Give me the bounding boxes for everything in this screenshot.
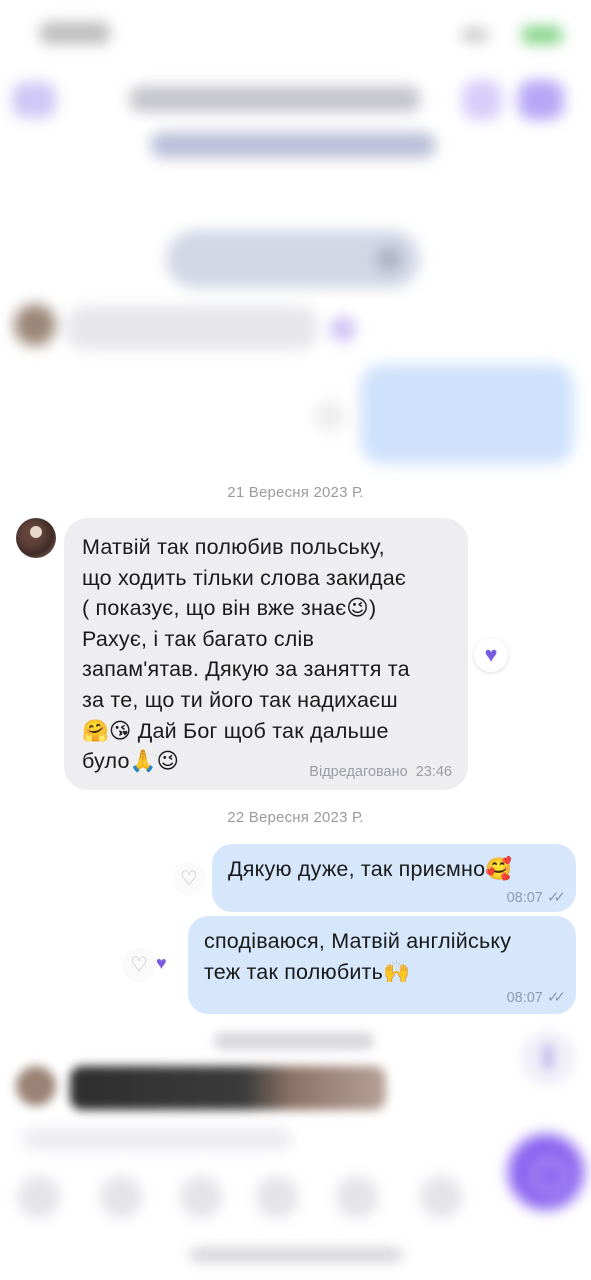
chat-title[interactable] bbox=[130, 86, 420, 112]
previous-incoming-message[interactable] bbox=[66, 306, 318, 350]
outgoing-message-bubble[interactable]: Дякую дуже, так приємно🥰 08:07 ✓✓ bbox=[212, 844, 576, 912]
camera-button[interactable] bbox=[508, 1134, 584, 1210]
call-button[interactable] bbox=[462, 80, 502, 120]
outgoing-message-bubble[interactable]: сподіваюся, Матвій англійську теж так по… bbox=[188, 916, 576, 1014]
like-button[interactable]: ♡ bbox=[172, 862, 206, 896]
date-separator: 22 Вересня 2023 Р. bbox=[227, 809, 364, 826]
toolbar-icon[interactable] bbox=[18, 1176, 60, 1218]
message-time: 08:07 bbox=[506, 990, 543, 1006]
message-input[interactable] bbox=[22, 1128, 292, 1150]
like-button[interactable]: ♥ bbox=[474, 638, 508, 672]
toolbar-icon[interactable] bbox=[180, 1176, 222, 1218]
message-meta: 08:07 ✓✓ bbox=[506, 988, 567, 1006]
previous-message-pill[interactable] bbox=[166, 230, 420, 288]
toolbar-icon[interactable] bbox=[420, 1176, 462, 1218]
message-time: 23:46 bbox=[415, 764, 452, 780]
message-meta: Відредаговано 23:46 bbox=[309, 764, 452, 780]
toolbar-icon[interactable] bbox=[100, 1176, 142, 1218]
toolbar-icon[interactable] bbox=[336, 1176, 378, 1218]
signal-icon bbox=[462, 28, 488, 42]
avatar[interactable] bbox=[16, 518, 56, 558]
message-text: Матвій так полюбив польську, що ходить т… bbox=[82, 535, 410, 774]
heart-icon: ♥ bbox=[484, 642, 498, 667]
incoming-message-bubble[interactable]: Матвій так полюбив польську, що ходить т… bbox=[64, 518, 468, 790]
avatar[interactable] bbox=[16, 1066, 56, 1106]
message-text: Дякую дуже, так приємно🥰 bbox=[228, 857, 513, 881]
battery-icon bbox=[522, 26, 562, 44]
toolbar-icon[interactable] bbox=[256, 1176, 298, 1218]
back-button[interactable] bbox=[12, 82, 56, 118]
message-text: сподіваюся, Матвій англійську теж так по… bbox=[204, 929, 512, 984]
status-bar-time bbox=[40, 22, 110, 44]
previous-outgoing-message[interactable] bbox=[360, 364, 574, 464]
video-call-button[interactable] bbox=[518, 80, 564, 120]
read-receipt-icon: ✓✓ bbox=[546, 889, 566, 906]
like-button[interactable]: ♡ bbox=[122, 948, 156, 982]
message-time: 08:07 bbox=[506, 890, 543, 906]
edited-label: Відредаговано bbox=[309, 764, 408, 780]
heart-outline-icon: ♡ bbox=[180, 868, 198, 890]
heart-icon: ♥ bbox=[156, 953, 167, 973]
liked-indicator: ♥ bbox=[156, 954, 167, 974]
heart-icon[interactable] bbox=[330, 316, 356, 342]
image-message[interactable] bbox=[70, 1066, 386, 1110]
heart-outline-icon[interactable] bbox=[314, 400, 346, 432]
home-indicator bbox=[190, 1250, 402, 1260]
chat-subtitle-banner[interactable] bbox=[150, 132, 436, 158]
message-meta: 08:07 ✓✓ bbox=[506, 888, 567, 906]
date-separator: 21 Вересня 2023 Р. bbox=[227, 484, 364, 501]
read-receipt-icon: ✓✓ bbox=[546, 989, 566, 1006]
heart-outline-icon: ♡ bbox=[130, 954, 148, 976]
status-bar-icons bbox=[462, 24, 562, 44]
scroll-down-button[interactable] bbox=[520, 1030, 576, 1086]
date-separator bbox=[214, 1032, 374, 1050]
avatar[interactable] bbox=[14, 304, 56, 346]
